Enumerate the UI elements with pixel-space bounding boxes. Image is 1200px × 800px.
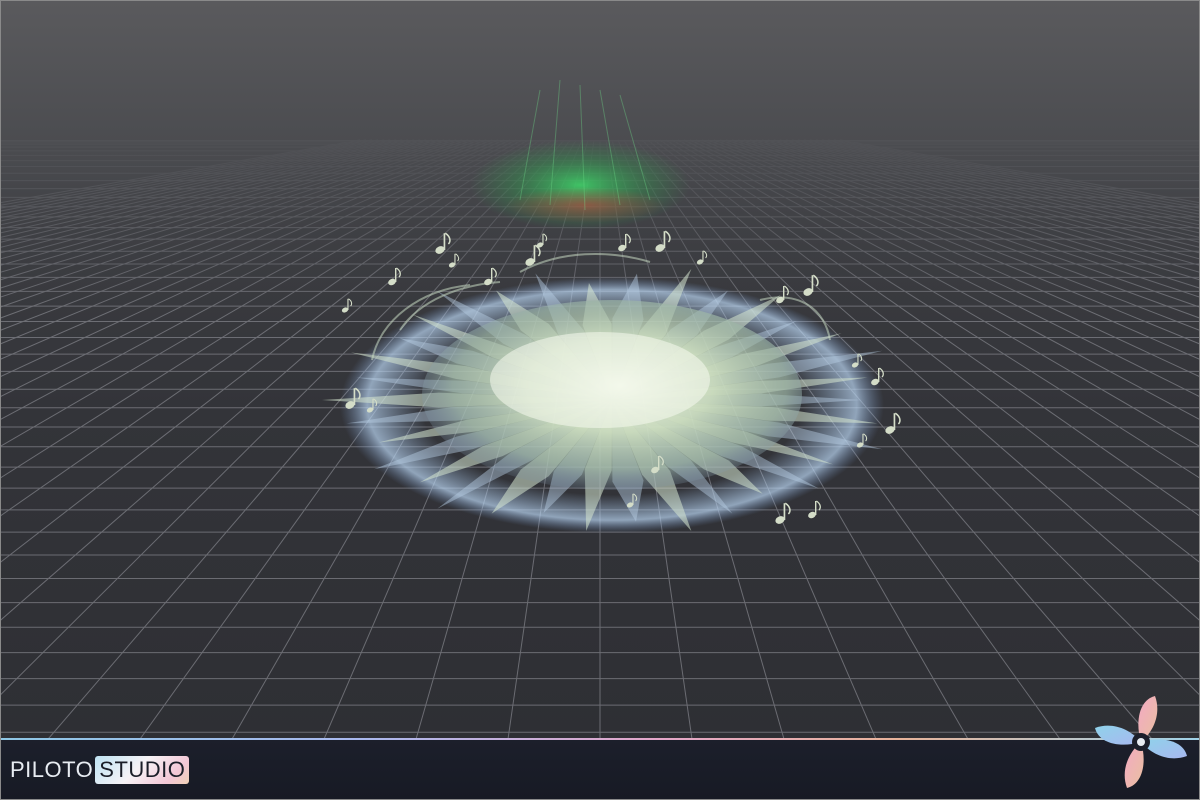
brand-name-piloto: PILOTO (10, 757, 94, 782)
music-note-icon (484, 267, 497, 286)
music-note-icon (776, 285, 789, 304)
music-note-icon (448, 253, 460, 268)
music-note-icon (536, 233, 548, 248)
fan-icon (1095, 696, 1187, 788)
music-note-icon (803, 274, 819, 296)
brand-name-studio: STUDIO (95, 756, 190, 784)
music-note-icon (696, 250, 708, 265)
viewport-3d[interactable] (0, 0, 1200, 740)
brand-wordmark: PILOTO STUDIO (10, 752, 190, 788)
vfx-preview (322, 79, 901, 533)
music-note-icon (435, 232, 451, 254)
music-note-icon (388, 267, 401, 286)
music-note-icon (655, 230, 671, 252)
music-note-icon (618, 233, 631, 252)
music-note-icon (341, 298, 353, 313)
music-note-icon (808, 500, 821, 519)
music-note-icon (885, 412, 901, 434)
